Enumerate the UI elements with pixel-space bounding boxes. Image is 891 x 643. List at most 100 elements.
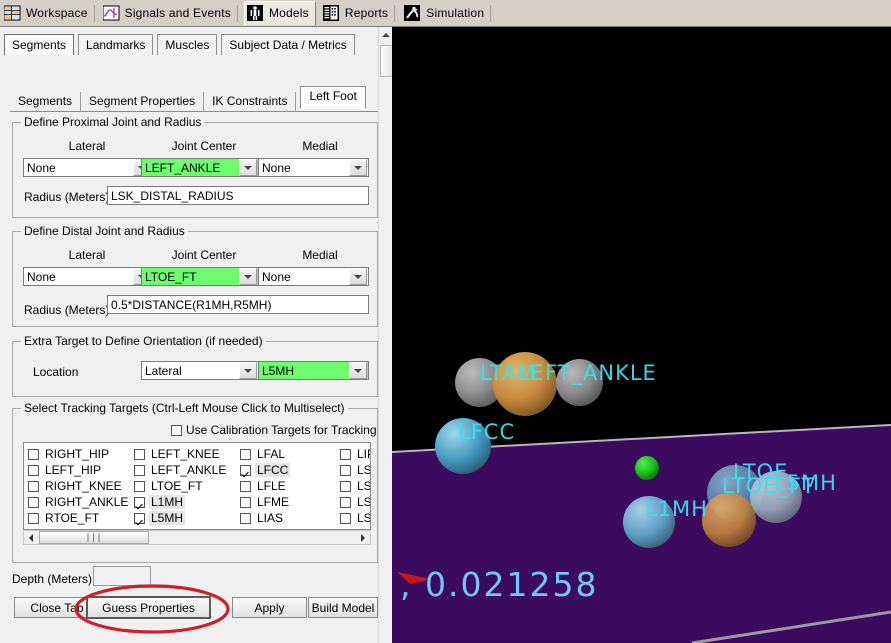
tracking-item[interactable]: LEFT_ANKLE xyxy=(134,462,234,478)
tracking-item[interactable]: LSHK xyxy=(340,462,370,478)
tracking-checkbox[interactable] xyxy=(240,448,251,460)
tracking-checkbox[interactable] xyxy=(240,512,251,524)
extra-target-location-combo[interactable]: Lateral xyxy=(141,361,259,380)
tracking-checkbox[interactable] xyxy=(134,496,145,508)
tab-segments[interactable]: Segments xyxy=(4,34,75,55)
tracking-item[interactable]: LSHK xyxy=(340,510,370,526)
tab-landmarks[interactable]: Landmarks xyxy=(78,34,154,55)
tracking-item[interactable]: LFME xyxy=(240,494,335,510)
distal-medial-value: None xyxy=(262,269,291,284)
tracking-checkbox[interactable] xyxy=(28,496,39,508)
marker-green-node[interactable] xyxy=(635,456,659,480)
toolbar-item-label: Workspace xyxy=(26,6,88,20)
tracking-item[interactable]: L5MH xyxy=(134,510,234,526)
tracking-item[interactable]: LFAL xyxy=(240,446,335,462)
proximal-joint-group: Define Proximal Joint and Radius Lateral… xyxy=(12,115,378,218)
hscroll-thumb[interactable]: ∣∣∣ xyxy=(39,531,149,544)
distal-joint-center-combo[interactable]: LTOE_FT xyxy=(141,267,259,286)
secondary-tab-bar: Segments Segment Properties IK Constrain… xyxy=(10,86,366,112)
tracking-group-title: Select Tracking Targets (Ctrl-Left Mouse… xyxy=(21,401,348,415)
tracking-item[interactable]: RIGHT_ANKLE xyxy=(28,494,128,510)
hscroll-track[interactable]: ∣∣∣ xyxy=(38,531,356,544)
chevron-down-icon[interactable] xyxy=(239,159,257,176)
distal-medial-combo[interactable]: None xyxy=(258,267,369,286)
tracking-item[interactable]: LIPS xyxy=(340,446,370,462)
use-calibration-targets-row[interactable]: Use Calibration Targets for Tracking xyxy=(171,423,377,437)
tracking-item[interactable]: LFCC xyxy=(240,462,335,478)
distal-radius-input[interactable]: 0.5*DISTANCE(R1MH,R5MH) xyxy=(107,295,369,314)
tab-muscles[interactable]: Muscles xyxy=(157,34,218,55)
chevron-down-icon[interactable] xyxy=(349,159,367,176)
tracking-item[interactable]: L1MH xyxy=(134,494,234,510)
apply-button[interactable]: Apply xyxy=(232,597,307,618)
tracking-item[interactable]: RIGHT_HIP xyxy=(28,446,128,462)
tracking-item[interactable]: LFLE xyxy=(240,478,335,494)
extra-target-marker-combo[interactable]: L5MH xyxy=(258,361,369,380)
tracking-item[interactable]: LEFT_HIP xyxy=(28,462,128,478)
guess-properties-button[interactable]: Guess Properties xyxy=(86,596,211,619)
tracking-item[interactable]: RIGHT_KNEE xyxy=(28,478,128,494)
tracking-checkbox[interactable] xyxy=(340,496,351,508)
tracking-checkbox[interactable] xyxy=(240,464,251,476)
tracking-checkbox[interactable] xyxy=(240,496,251,508)
panel-vertical-scrollbar[interactable] xyxy=(378,27,393,643)
toolbar-item-models[interactable]: Models xyxy=(243,0,316,26)
tracking-checkbox[interactable] xyxy=(340,464,351,476)
proximal-lateral-combo[interactable]: None xyxy=(23,158,153,177)
toolbar-item-signals-and-events[interactable]: Signals and Events xyxy=(99,0,238,26)
tracking-checkbox[interactable] xyxy=(134,480,145,492)
tracking-checkbox[interactable] xyxy=(340,512,351,524)
subtab-segment-properties[interactable]: Segment Properties xyxy=(81,92,205,112)
tracking-label: L5MH xyxy=(149,511,186,525)
build-model-button[interactable]: Build Model xyxy=(308,597,378,618)
chevron-down-icon[interactable] xyxy=(239,268,257,285)
toolbar-item-workspace[interactable]: Workspace xyxy=(1,0,95,26)
marker-label-left-ankle: LEFT_ANKLE xyxy=(518,361,657,385)
distal-lateral-label: Lateral xyxy=(68,248,106,262)
subtab-ik-constraints[interactable]: IK Constraints xyxy=(204,92,297,112)
scroll-up-arrow-icon[interactable] xyxy=(379,27,392,42)
proximal-medial-combo[interactable]: None xyxy=(258,158,369,177)
scroll-left-arrow-icon[interactable] xyxy=(24,531,38,544)
distal-joint-center-label: Joint Center xyxy=(171,248,237,262)
tracking-targets-list[interactable]: RIGHT_HIP LEFT_HIP RIGHT_KNEE RIGHT_ANKL… xyxy=(23,442,371,530)
tracking-item[interactable]: RTOE_FT xyxy=(28,510,128,526)
proximal-joint-center-combo[interactable]: LEFT_ANKLE xyxy=(141,158,259,177)
chevron-down-icon[interactable] xyxy=(239,362,257,379)
tracking-item[interactable]: LSHK xyxy=(340,494,370,510)
model-3d-viewport[interactable]: LTAM LEFT_ANKLE LFCC LTOE L5MH LTOE_FT L… xyxy=(392,27,891,643)
depth-input[interactable] xyxy=(93,566,151,586)
tracking-list-hscrollbar[interactable]: ∣∣∣ xyxy=(23,530,371,545)
subtab-segments[interactable]: Segments xyxy=(10,92,82,112)
tracking-checkbox[interactable] xyxy=(28,448,39,460)
proximal-medial-value: None xyxy=(262,160,291,175)
tracking-checkbox[interactable] xyxy=(340,448,351,460)
tracking-item[interactable]: LEFT_KNEE xyxy=(134,446,234,462)
tracking-checkbox[interactable] xyxy=(134,464,145,476)
toolbar-item-simulation[interactable]: Simulation xyxy=(401,0,492,26)
chevron-down-icon[interactable] xyxy=(349,268,367,285)
proximal-radius-input[interactable]: LSK_DISTAL_RADIUS xyxy=(107,186,369,205)
tracking-checkbox[interactable] xyxy=(28,464,39,476)
tracking-item[interactable]: LIAS xyxy=(240,510,335,526)
tracking-checkbox[interactable] xyxy=(28,480,39,492)
tab-label: Muscles xyxy=(165,38,210,52)
distal-lateral-combo[interactable]: None xyxy=(23,267,153,286)
proximal-lateral-label: Lateral xyxy=(68,139,106,153)
marker-ltoe-ft[interactable] xyxy=(702,493,756,547)
subtab-left-foot[interactable]: Left Foot xyxy=(300,86,366,109)
chevron-down-icon[interactable] xyxy=(349,362,367,379)
tracking-checkbox[interactable] xyxy=(134,512,145,524)
scroll-right-arrow-icon[interactable] xyxy=(356,531,370,544)
tracking-checkbox[interactable] xyxy=(134,448,145,460)
subtab-label: Segment Properties xyxy=(89,94,196,108)
toolbar-item-reports[interactable]: Reports xyxy=(319,0,396,26)
tracking-checkbox[interactable] xyxy=(240,480,251,492)
tracking-item[interactable]: LSHK xyxy=(340,478,370,494)
tracking-checkbox[interactable] xyxy=(28,512,39,524)
tracking-checkbox[interactable] xyxy=(340,480,351,492)
tracking-item[interactable]: LTOE_FT xyxy=(134,478,234,494)
use-calibration-checkbox[interactable] xyxy=(171,424,182,436)
report-list-icon xyxy=(322,5,339,21)
tab-subject-data-metrics[interactable]: Subject Data / Metrics xyxy=(221,34,355,55)
